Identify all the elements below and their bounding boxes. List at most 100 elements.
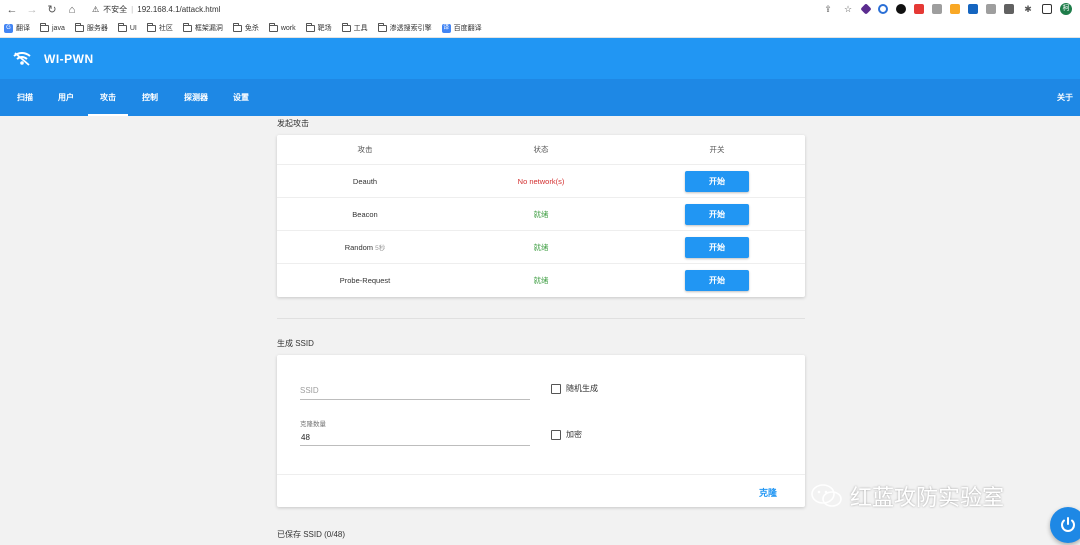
table-row: Deauth No network(s) 开始: [277, 165, 805, 198]
table-header: 攻击 状态 开关: [277, 135, 805, 165]
bookmark-label: 翻译: [16, 25, 30, 32]
bookmark-label: 百度翻译: [453, 25, 482, 32]
star-icon[interactable]: ☆: [842, 4, 854, 15]
bookmark-label: work: [280, 24, 296, 32]
column-header-attack: 攻击: [357, 145, 373, 154]
bookmark-item[interactable]: 社区: [146, 22, 173, 33]
attack-interval: 5秒: [375, 245, 386, 252]
security-label: 不安全: [103, 5, 128, 14]
ssid-placeholder: SSID: [300, 386, 319, 395]
app-title: WI-PWN: [44, 51, 94, 66]
card-footer-divider: [277, 474, 805, 475]
encrypt-label: 加密: [566, 430, 582, 439]
ssid-generator-card: SSID 随机生成 克隆数量 48 加密 克隆: [277, 355, 805, 507]
bookmark-label: java: [52, 24, 65, 32]
start-button[interactable]: 开始: [685, 203, 749, 225]
tab-about[interactable]: 关于: [1050, 79, 1080, 116]
folder-icon: [232, 22, 242, 32]
tab-scan[interactable]: 扫描: [0, 79, 50, 116]
attack-status: 就绪: [533, 276, 549, 285]
tab-attack[interactable]: 攻击: [88, 79, 128, 116]
extension-icon[interactable]: [878, 4, 888, 14]
puzzle-icon[interactable]: ✱: [1022, 4, 1034, 15]
avatar[interactable]: 柯: [1060, 3, 1072, 15]
start-button[interactable]: 开始: [685, 170, 749, 192]
bookmark-item[interactable]: 渗透搜索引擎: [377, 22, 432, 33]
app-nav: 扫描 用户 攻击 控制 探测器 设置 关于: [0, 79, 1080, 116]
extension-icon[interactable]: [932, 4, 942, 14]
extension-icon[interactable]: [914, 4, 924, 14]
ssid-input[interactable]: SSID: [300, 383, 530, 400]
extensions-bar: ⇪ ☆ ✱ 柯: [822, 3, 1072, 15]
bookmark-label: 框架漏洞: [194, 25, 223, 32]
bookmark-label: 社区: [158, 25, 173, 32]
bookmark-item[interactable]: work: [268, 22, 296, 32]
folder-icon: [305, 22, 315, 32]
bookmark-item[interactable]: G 翻译: [4, 23, 30, 33]
attack-name: Beacon: [352, 209, 378, 219]
tab-settings[interactable]: 设置: [221, 79, 261, 116]
extension-icon[interactable]: [896, 4, 906, 14]
random-label: 随机生成: [566, 384, 598, 393]
address-bar[interactable]: ⚠ 不安全 | 192.168.4.1/attack.html: [92, 4, 220, 15]
extension-icon[interactable]: [968, 4, 978, 14]
bookmark-item[interactable]: java: [40, 22, 65, 32]
sidebar-icon[interactable]: [1042, 4, 1052, 14]
attack-name: Deauth: [352, 176, 378, 186]
wechat-icon: [811, 484, 842, 507]
url-text[interactable]: 192.168.4.1/attack.html: [137, 5, 220, 14]
app-header: WI-PWN: [0, 38, 1080, 79]
extension-icon[interactable]: [1004, 4, 1014, 14]
bookmark-label: UI: [129, 24, 137, 32]
folder-icon: [341, 22, 351, 32]
table-row: Probe-Request 就绪 开始: [277, 264, 805, 297]
share-icon[interactable]: ⇪: [822, 4, 834, 15]
bookmark-item[interactable]: 框架漏洞: [182, 22, 223, 33]
bookmark-item[interactable]: 免杀: [232, 22, 259, 33]
bookmark-item[interactable]: 译百度翻译: [441, 23, 482, 33]
power-refresh-icon: [1061, 517, 1075, 532]
bookmark-label: 靶场: [317, 25, 332, 32]
home-icon[interactable]: ⌂: [66, 4, 78, 16]
random-checkbox-row[interactable]: 随机生成: [551, 383, 598, 394]
reload-icon[interactable]: ↻: [46, 3, 58, 16]
clone-button[interactable]: 克隆: [759, 486, 777, 499]
tab-control[interactable]: 控制: [130, 79, 170, 116]
address-separator: |: [131, 5, 134, 14]
random-checkbox[interactable]: [551, 383, 561, 394]
start-button[interactable]: 开始: [685, 270, 749, 291]
encrypt-checkbox-row[interactable]: 加密: [551, 429, 582, 440]
translate-icon: G: [4, 23, 13, 33]
back-icon[interactable]: ←: [6, 4, 18, 16]
attack-status: 就绪: [533, 242, 549, 252]
bookmark-item[interactable]: 服务器: [74, 22, 108, 33]
refresh-fab[interactable]: [1050, 507, 1080, 543]
forward-icon[interactable]: →: [26, 4, 38, 16]
folder-icon: [74, 22, 84, 32]
extension-icon[interactable]: [986, 4, 996, 14]
bookmark-label: 服务器: [86, 25, 108, 32]
column-header-switch: 开关: [709, 145, 725, 154]
start-button[interactable]: 开始: [685, 236, 749, 258]
watermark-text: 红蓝攻防实验室: [850, 486, 1005, 511]
bookmarks-bar: G 翻译 java 服务器 UI 社区 框架漏洞 免杀 work 靶场 工具 渗透…: [0, 19, 1080, 38]
attack-name: Probe-Request: [339, 276, 391, 285]
attack-section-title: 发起攻击: [277, 119, 309, 128]
attack-name-cell: Random 5秒: [277, 242, 453, 252]
tab-users[interactable]: 用户: [46, 79, 86, 116]
folder-icon: [268, 22, 278, 32]
folder-icon: [377, 22, 387, 32]
bookmark-item[interactable]: 靶场: [305, 22, 332, 33]
bookmark-item[interactable]: UI: [117, 22, 137, 32]
tab-detector[interactable]: 探测器: [173, 79, 219, 116]
encrypt-checkbox[interactable]: [551, 429, 561, 440]
bookmark-item[interactable]: 工具: [341, 22, 368, 33]
browser-toolbar: ← → ↻ ⌂ ⚠ 不安全 | 192.168.4.1/attack.html …: [0, 0, 1080, 19]
folder-icon: [182, 22, 192, 32]
bookmark-label: 渗透搜索引擎: [389, 25, 432, 32]
extension-icon[interactable]: [950, 4, 960, 14]
table-row: Beacon 就绪 开始: [277, 198, 805, 231]
extension-icon[interactable]: [860, 3, 872, 15]
attack-status: No network(s): [517, 176, 565, 186]
clone-count-input[interactable]: 48: [300, 429, 530, 446]
